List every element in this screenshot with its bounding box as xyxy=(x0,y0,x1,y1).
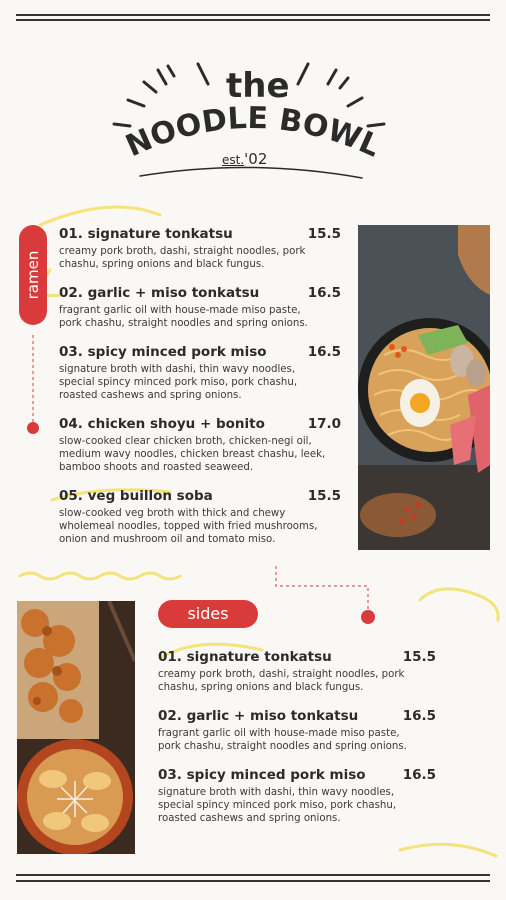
sides-item: 03. spicy minced pork miso 16.5 signatur… xyxy=(158,767,436,825)
ramen-item: 01. signature tonkatsu 15.5 creamy pork … xyxy=(59,226,341,271)
menu-page: NOODLE BOWL the est.'02 ramen 01. signat… xyxy=(0,0,506,900)
ramen-item-desc: creamy pork broth, dashi, straight noodl… xyxy=(59,246,306,270)
ramen-item-price: 16.5 xyxy=(307,285,341,301)
ramen-item-name: 04. chicken shoyu + bonito xyxy=(59,416,265,432)
sides-item-desc: creamy pork broth, dashi, straight noodl… xyxy=(158,669,405,693)
sides-item-name: 03. spicy minced pork miso xyxy=(158,767,366,783)
ramen-item-desc: slow-cooked veg broth with thick and che… xyxy=(59,508,318,545)
ramen-bowl-image xyxy=(358,225,490,550)
ramen-item: 04. chicken shoyu + bonito 17.0 slow-coo… xyxy=(59,416,341,474)
ramen-item-name: 02. garlic + miso tonkatsu xyxy=(59,285,260,301)
sides-item: 02. garlic + miso tonkatsu 16.5 fragrant… xyxy=(158,708,436,753)
ramen-item-price: 15.5 xyxy=(307,488,341,504)
ramen-item-price: 17.0 xyxy=(307,416,341,432)
sides-item: 01. signature tonkatsu 15.5 creamy pork … xyxy=(158,649,436,694)
bottom-rule xyxy=(16,874,490,876)
fried-chicken-gyoza-image xyxy=(17,601,135,854)
sides-section-label: sides xyxy=(158,600,258,628)
ramen-item-desc: fragrant garlic oil with house-made miso… xyxy=(59,305,308,329)
sides-item-price: 15.5 xyxy=(402,649,436,665)
ramen-item-desc: slow-cooked clear chicken broth, chicken… xyxy=(59,436,326,473)
ramen-item: 02. garlic + miso tonkatsu 16.5 fragrant… xyxy=(59,285,341,330)
sides-item-desc: signature broth with dashi, thin wavy no… xyxy=(158,787,397,824)
sides-item-name: 02. garlic + miso tonkatsu xyxy=(158,708,359,724)
bottom-rule xyxy=(16,880,490,882)
ramen-item-name: 05. veg buillon soba xyxy=(59,488,213,504)
sides-item-name: 01. signature tonkatsu xyxy=(158,649,332,665)
ramen-photo xyxy=(358,225,490,550)
sides-item-price: 16.5 xyxy=(402,767,436,783)
ramen-item-price: 16.5 xyxy=(307,344,341,360)
ramen-item-desc: signature broth with dashi, thin wavy no… xyxy=(59,364,298,401)
sides-item-price: 16.5 xyxy=(402,708,436,724)
ramen-item: 03. spicy minced pork miso 16.5 signatur… xyxy=(59,344,341,402)
ramen-item-name: 03. spicy minced pork miso xyxy=(59,344,267,360)
ramen-item: 05. veg buillon soba 15.5 slow-cooked ve… xyxy=(59,488,341,546)
ramen-item-price: 15.5 xyxy=(307,226,341,242)
ramen-section-label: ramen xyxy=(19,225,47,325)
ramen-item-name: 01. signature tonkatsu xyxy=(59,226,233,242)
sides-item-desc: fragrant garlic oil with house-made miso… xyxy=(158,728,407,752)
sides-photo xyxy=(17,601,135,854)
